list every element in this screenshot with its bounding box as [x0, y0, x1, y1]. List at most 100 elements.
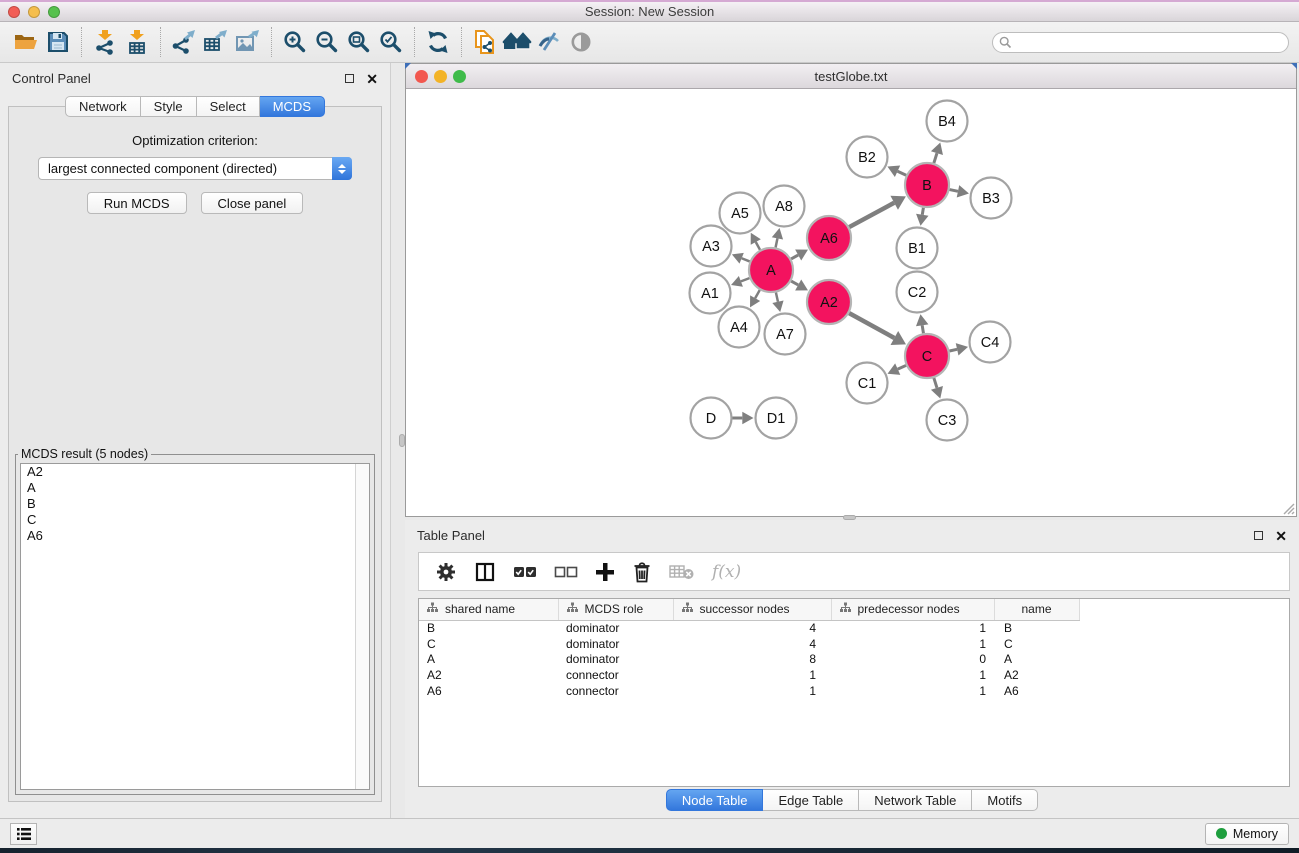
memory-button[interactable]: Memory [1205, 823, 1289, 845]
edge-arrow-icon [956, 343, 968, 355]
search-input[interactable] [992, 32, 1289, 53]
show-panel-icon[interactable] [565, 26, 597, 58]
save-session-icon[interactable] [42, 26, 74, 58]
tab-select[interactable]: Select [197, 96, 260, 117]
delete-icon[interactable] [632, 561, 652, 583]
edge-A-A6[interactable] [791, 255, 798, 259]
network-vertical-scrollbar[interactable] [399, 434, 405, 447]
edge-C-C4[interactable] [949, 349, 957, 351]
deselect-all-icon[interactable] [554, 565, 578, 579]
edge-C-C1[interactable] [898, 365, 906, 369]
edge-arrow-icon [957, 185, 969, 197]
edge-B-B1[interactable] [922, 208, 923, 215]
edge-arrow-icon [772, 301, 783, 312]
dropdown-stepper-icon [332, 157, 352, 180]
table-row[interactable]: A6connector11A6 [419, 683, 1079, 699]
network-window-titlebar[interactable]: testGlobe.txt [406, 64, 1296, 89]
zoom-fit-icon[interactable] [343, 26, 375, 58]
add-column-icon[interactable] [595, 562, 615, 582]
resize-grip-icon[interactable] [1281, 501, 1295, 515]
criterion-dropdown[interactable]: largest connected component (directed) [38, 157, 352, 180]
result-scrollbar[interactable] [355, 464, 369, 789]
export-table-icon[interactable] [200, 26, 232, 58]
edge-A-A2[interactable] [791, 281, 798, 285]
edge-B-B2[interactable] [898, 171, 907, 175]
close-table-panel-icon[interactable]: ✕ [1275, 531, 1287, 541]
export-network-icon[interactable] [168, 26, 200, 58]
edge-A-A8[interactable] [776, 238, 778, 247]
import-network-icon[interactable] [89, 26, 121, 58]
tab-edge-table[interactable]: Edge Table [763, 789, 859, 811]
tab-style[interactable]: Style [141, 96, 197, 117]
node-label-A7: A7 [776, 327, 794, 343]
minimize-window-icon[interactable] [28, 6, 40, 18]
import-table-icon[interactable] [121, 26, 153, 58]
gear-icon[interactable] [435, 561, 457, 583]
edge-B-B4[interactable] [934, 153, 937, 163]
delete-table-icon[interactable] [669, 563, 695, 581]
zoom-selected-icon[interactable] [375, 26, 407, 58]
close-network-icon[interactable] [415, 70, 428, 83]
column-header-MCDS-role[interactable]: MCDS role [558, 599, 673, 620]
close-panel-icon[interactable]: ✕ [366, 74, 378, 84]
home-icon[interactable] [501, 26, 533, 58]
zoom-out-icon[interactable] [311, 26, 343, 58]
mcds-result-item[interactable]: A2 [21, 464, 369, 480]
zoom-in-icon[interactable] [279, 26, 311, 58]
column-header-name[interactable]: name [994, 599, 1079, 620]
edge-A-A4[interactable] [755, 290, 760, 298]
edge-C-C3[interactable] [934, 378, 937, 388]
edge-A-A1[interactable] [741, 278, 750, 281]
node-label-A2: A2 [820, 295, 838, 311]
float-panel-icon[interactable] [345, 74, 354, 83]
column-header-predecessor-nodes[interactable]: predecessor nodes [831, 599, 994, 620]
tab-motifs[interactable]: Motifs [972, 789, 1038, 811]
minimize-network-icon[interactable] [434, 70, 447, 83]
tab-network-table[interactable]: Network Table [859, 789, 972, 811]
maximize-window-icon[interactable] [48, 6, 60, 18]
mcds-result-item[interactable]: A6 [21, 528, 369, 544]
edge-A6-B[interactable] [849, 203, 894, 227]
column-header-successor-nodes[interactable]: successor nodes [673, 599, 831, 620]
close-window-icon[interactable] [8, 6, 20, 18]
function-builder-icon[interactable]: f(x) [712, 562, 741, 582]
edge-A-A3[interactable] [742, 258, 750, 261]
table-row[interactable]: A2connector11A2 [419, 667, 1079, 683]
edge-A2-C[interactable] [849, 313, 894, 338]
tab-node-table[interactable]: Node Table [666, 789, 764, 811]
mcds-result-list[interactable]: A2ABCA6 [20, 463, 370, 790]
refresh-icon[interactable] [422, 26, 454, 58]
column-icon[interactable] [474, 561, 496, 583]
edge-A-A7[interactable] [776, 292, 778, 301]
clone-network-icon[interactable] [469, 26, 501, 58]
node-table[interactable]: shared nameMCDS rolesuccessor nodesprede… [418, 598, 1290, 787]
toolbar-separator [414, 27, 415, 57]
mcds-result-item[interactable]: A [21, 480, 369, 496]
table-row[interactable]: Bdominator41B [419, 620, 1079, 636]
control-panel: Control Panel ✕ NetworkStyleSelectMCDS O… [0, 63, 391, 818]
edge-C-C2[interactable] [922, 325, 923, 333]
edge-A-A5[interactable] [756, 242, 760, 250]
float-table-panel-icon[interactable] [1254, 531, 1263, 540]
node-label-A5: A5 [731, 206, 749, 222]
memory-label: Memory [1233, 827, 1278, 841]
task-history-button[interactable] [10, 823, 37, 845]
network-graph[interactable]: B4B2BB3A8A5A6A3B1AA1C2A2A4A7C4CC1DD1C3 [406, 89, 1296, 516]
select-all-icon[interactable] [513, 565, 537, 579]
tab-mcds[interactable]: MCDS [260, 96, 325, 117]
edge-B-B3[interactable] [950, 190, 958, 192]
table-row[interactable]: Adominator80A [419, 652, 1079, 668]
mcds-result-item[interactable]: B [21, 496, 369, 512]
open-file-icon[interactable] [10, 26, 42, 58]
toolbar-separator [81, 27, 82, 57]
export-image-icon[interactable] [232, 26, 264, 58]
maximize-network-icon[interactable] [453, 70, 466, 83]
mcds-result-item[interactable]: C [21, 512, 369, 528]
run-mcds-button[interactable]: Run MCDS [87, 192, 187, 214]
hide-panel-icon[interactable] [533, 26, 565, 58]
table-panel: Table Panel ✕ [405, 520, 1299, 818]
table-row[interactable]: Cdominator41C [419, 636, 1079, 652]
close-panel-button[interactable]: Close panel [201, 192, 304, 214]
column-header-shared-name[interactable]: shared name [419, 599, 558, 620]
tab-network[interactable]: Network [65, 96, 141, 117]
